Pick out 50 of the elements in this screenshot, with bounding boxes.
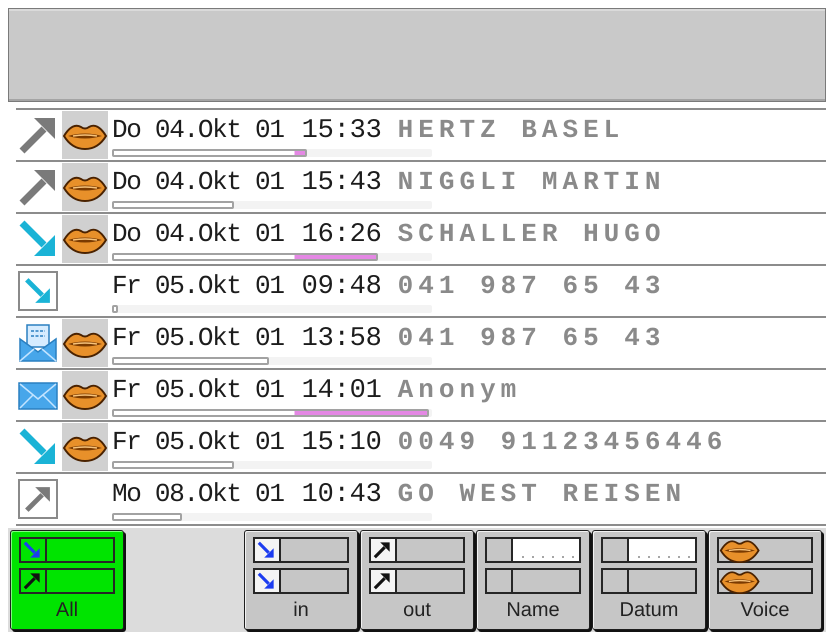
caller-name: GO WEST REISEN: [398, 478, 686, 510]
filter-button[interactable]: in: [244, 530, 358, 630]
lips-row-icon: [717, 537, 813, 563]
arrow-row-icon: [369, 537, 465, 563]
call-time: 13:58: [302, 323, 382, 355]
call-row[interactable]: Fr 05.Okt 01 15:10 0049 91123456446: [16, 422, 826, 474]
empty-row-icon: [601, 568, 697, 594]
call-row[interactable]: Do 04.Okt 01 15:33 HERTZ BASEL: [16, 110, 826, 162]
call-date: Fr 05.Okt 01: [112, 374, 284, 406]
call-date: Do 04.Okt 01: [112, 166, 284, 198]
filter-button[interactable]: out: [360, 530, 474, 630]
arrow-row-icon: [19, 537, 115, 563]
call-time: 10:43: [302, 479, 382, 511]
caller-name: NIGGLI MARTIN: [398, 166, 666, 198]
caller-name: 041 987 65 43: [398, 322, 666, 354]
lips-row-icon: [717, 568, 813, 594]
empty-row-icon: [485, 568, 581, 594]
caller-name: 0049 91123456446: [398, 426, 728, 458]
arrow-row-icon: [253, 537, 349, 563]
call-row[interactable]: Fr 05.Okt 01 13:58 041 987 65 43: [16, 318, 826, 370]
call-row[interactable]: Mo 08.Okt 01 10:43 GO WEST REISEN: [16, 474, 826, 526]
call-date: Mo 08.Okt 01: [112, 478, 284, 510]
call-time: 16:26: [302, 219, 382, 251]
filter-button[interactable]: Voice: [708, 530, 822, 630]
arrow-row-icon: [19, 568, 115, 594]
call-time: 15:10: [302, 427, 382, 459]
call-row[interactable]: Do 04.Okt 01 16:26 SCHALLER HUGO: [16, 214, 826, 266]
dotted-field-row-icon: [485, 537, 581, 563]
call-date: Do 04.Okt 01: [112, 218, 284, 250]
call-time: 15:33: [302, 115, 382, 147]
call-time: 09:48: [302, 271, 382, 303]
arrow-row-icon: [369, 568, 465, 594]
filter-button[interactable]: All: [10, 530, 124, 630]
caller-name: 041 987 65 43: [398, 270, 666, 302]
call-time: 14:01: [302, 375, 382, 407]
dotted-field-row-icon: [601, 537, 697, 563]
caller-name: SCHALLER HUGO: [398, 218, 666, 250]
filter-button[interactable]: Name: [476, 530, 590, 630]
caller-name: HERTZ BASEL: [398, 114, 624, 146]
call-row[interactable]: Fr 05.Okt 01 14:01 Anonym: [16, 370, 826, 422]
call-row[interactable]: Fr 05.Okt 01 09:48 041 987 65 43: [16, 266, 826, 318]
call-date: Fr 05.Okt 01: [112, 270, 284, 302]
caller-name: Anonym: [398, 374, 522, 406]
call-date: Do 04.Okt 01: [112, 114, 284, 146]
call-date: Fr 05.Okt 01: [112, 426, 284, 458]
filter-button[interactable]: Datum: [592, 530, 706, 630]
call-date: Fr 05.Okt 01: [112, 322, 284, 354]
call-row[interactable]: Do 04.Okt 01 15:43 NIGGLI MARTIN: [16, 162, 826, 214]
call-time: 15:43: [302, 167, 382, 199]
arrow-row-icon: [253, 568, 349, 594]
